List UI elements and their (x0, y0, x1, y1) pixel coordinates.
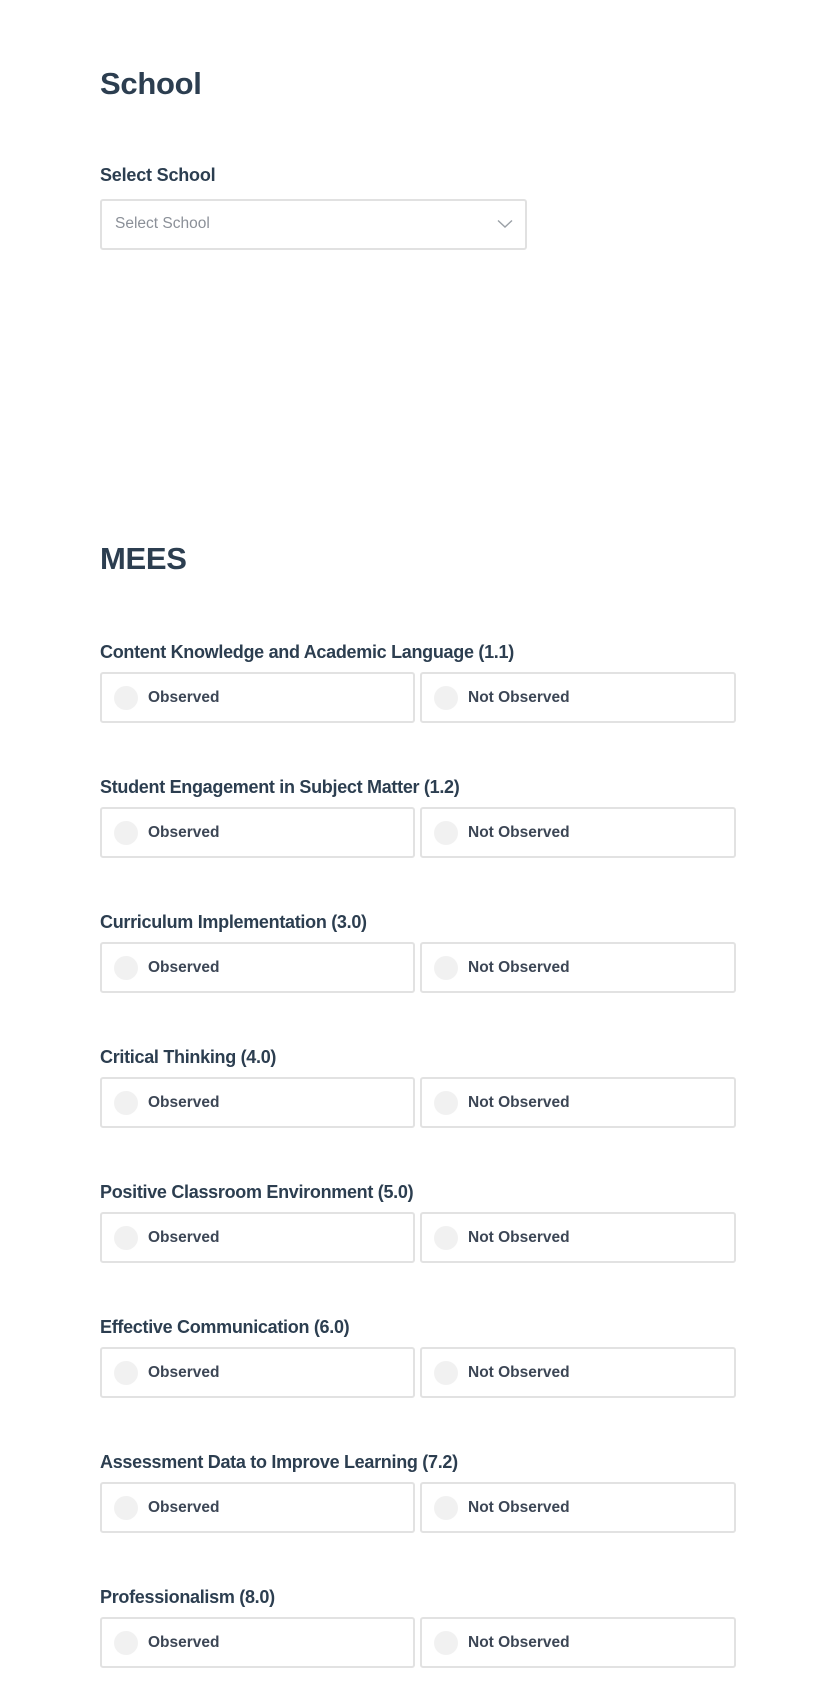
option-observed[interactable]: Observed (100, 807, 415, 858)
radio-observed[interactable] (114, 1090, 138, 1115)
question-label: Effective Communication (6.0) (100, 1317, 350, 1337)
radio-not-observed[interactable] (434, 820, 458, 845)
option-not-observed-label: Not Observed (468, 1228, 570, 1246)
option-not-observed-label: Not Observed (468, 823, 570, 841)
radio-observed[interactable] (114, 1630, 138, 1655)
radio-not-observed[interactable] (434, 1360, 458, 1385)
mees-question-2: Student Engagement in Subject Matter (1.… (100, 778, 736, 898)
radio-observed[interactable] (114, 685, 138, 710)
mees-question-7: Assessment Data to Improve Learning (7.2… (100, 1453, 736, 1573)
option-observed-label: Observed (148, 1093, 220, 1111)
option-not-observed[interactable]: Not Observed (420, 1617, 736, 1668)
option-not-observed[interactable]: Not Observed (420, 672, 736, 723)
radio-not-observed[interactable] (434, 1225, 458, 1250)
option-not-observed[interactable]: Not Observed (420, 807, 736, 858)
question-label: Professionalism (8.0) (100, 1587, 275, 1607)
mees-question-4: Critical Thinking (4.0) Observed Not Obs… (100, 1048, 736, 1168)
option-observed[interactable]: Observed (100, 1077, 415, 1128)
option-observed-label: Observed (148, 823, 220, 841)
option-observed[interactable]: Observed (100, 1347, 415, 1398)
radio-observed[interactable] (114, 1225, 138, 1250)
option-observed-label: Observed (148, 1363, 220, 1381)
option-observed-label: Observed (148, 688, 220, 706)
option-observed-label: Observed (148, 1498, 220, 1516)
question-label: Assessment Data to Improve Learning (7.2… (100, 1452, 458, 1472)
radio-not-observed[interactable] (434, 1090, 458, 1115)
option-observed-label: Observed (148, 1228, 220, 1246)
question-label: Critical Thinking (4.0) (100, 1047, 277, 1067)
option-not-observed-label: Not Observed (468, 1633, 570, 1651)
mees-question-3: Curriculum Implementation (3.0) Observed… (100, 913, 736, 1033)
option-not-observed[interactable]: Not Observed (420, 1482, 736, 1533)
option-not-observed[interactable]: Not Observed (420, 1077, 736, 1128)
radio-observed[interactable] (114, 820, 138, 845)
option-observed[interactable]: Observed (100, 1482, 415, 1533)
chevron-down-icon (497, 219, 513, 228)
question-label: Student Engagement in Subject Matter (1.… (100, 777, 460, 797)
mees-question-5: Positive Classroom Environment (5.0) Obs… (100, 1183, 736, 1303)
select-school-placeholder: Select School (115, 215, 210, 232)
option-observed[interactable]: Observed (100, 672, 415, 723)
radio-not-observed[interactable] (434, 685, 458, 710)
radio-not-observed[interactable] (434, 1495, 458, 1520)
question-label: Content Knowledge and Academic Language … (100, 642, 514, 662)
option-not-observed[interactable]: Not Observed (420, 1212, 736, 1263)
option-observed[interactable]: Observed (100, 1212, 415, 1263)
mees-question-8: Professionalism (8.0) Observed Not Obser… (100, 1588, 736, 1708)
option-not-observed-label: Not Observed (468, 688, 570, 706)
option-not-observed-label: Not Observed (468, 1093, 570, 1111)
radio-observed[interactable] (114, 955, 138, 980)
mees-section-title: MEES (100, 541, 187, 576)
select-school-label: Select School (100, 165, 216, 185)
option-observed-label: Observed (148, 958, 220, 976)
select-school-dropdown[interactable]: Select School (100, 199, 527, 250)
option-not-observed-label: Not Observed (468, 958, 570, 976)
option-observed-label: Observed (148, 1633, 220, 1651)
radio-not-observed[interactable] (434, 955, 458, 980)
option-not-observed[interactable]: Not Observed (420, 1347, 736, 1398)
question-label: Curriculum Implementation (3.0) (100, 912, 367, 932)
question-label: Positive Classroom Environment (5.0) (100, 1182, 414, 1202)
radio-observed[interactable] (114, 1360, 138, 1385)
option-observed[interactable]: Observed (100, 942, 415, 993)
radio-observed[interactable] (114, 1495, 138, 1520)
option-not-observed-label: Not Observed (468, 1498, 570, 1516)
school-section-title: School (100, 66, 202, 101)
option-not-observed[interactable]: Not Observed (420, 942, 736, 993)
radio-not-observed[interactable] (434, 1630, 458, 1655)
option-observed[interactable]: Observed (100, 1617, 415, 1668)
mees-question-6: Effective Communication (6.0) Observed N… (100, 1318, 736, 1438)
option-not-observed-label: Not Observed (468, 1363, 570, 1381)
mees-question-1: Content Knowledge and Academic Language … (100, 643, 736, 763)
